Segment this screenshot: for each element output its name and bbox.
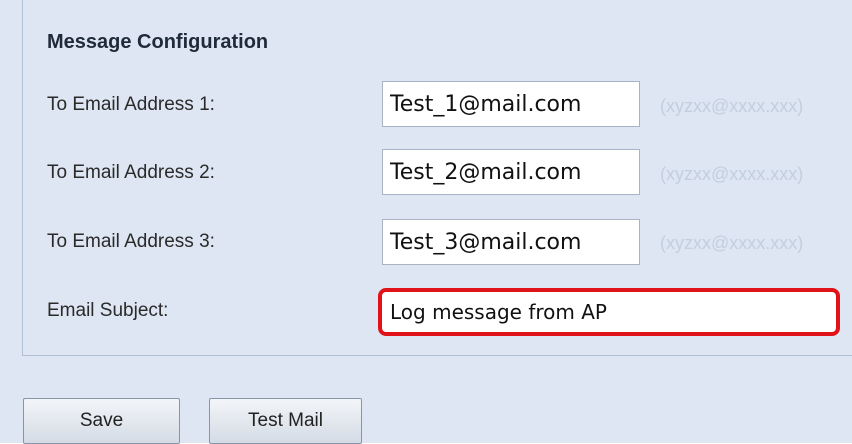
test-mail-button[interactable]: Test Mail bbox=[209, 398, 362, 444]
email-address-1-hint: (xyzxx@xxxx.xxx) bbox=[660, 96, 804, 116]
email-subject-input[interactable] bbox=[378, 288, 840, 336]
save-button[interactable]: Save bbox=[23, 398, 180, 444]
email-address-1-label: To Email Address 1: bbox=[47, 94, 215, 115]
email-address-2-hint: (xyzxx@xxxx.xxx) bbox=[660, 164, 804, 184]
email-address-2-label: To Email Address 2: bbox=[47, 162, 215, 183]
email-address-1-input[interactable] bbox=[382, 81, 640, 127]
email-address-3-input[interactable] bbox=[382, 219, 640, 265]
section-title: Message Configuration bbox=[47, 31, 269, 53]
email-subject-label: Email Subject: bbox=[47, 300, 169, 321]
email-address-2-input[interactable] bbox=[382, 149, 640, 195]
email-address-3-label: To Email Address 3: bbox=[47, 231, 215, 252]
email-address-3-hint: (xyzxx@xxxx.xxx) bbox=[660, 233, 804, 253]
